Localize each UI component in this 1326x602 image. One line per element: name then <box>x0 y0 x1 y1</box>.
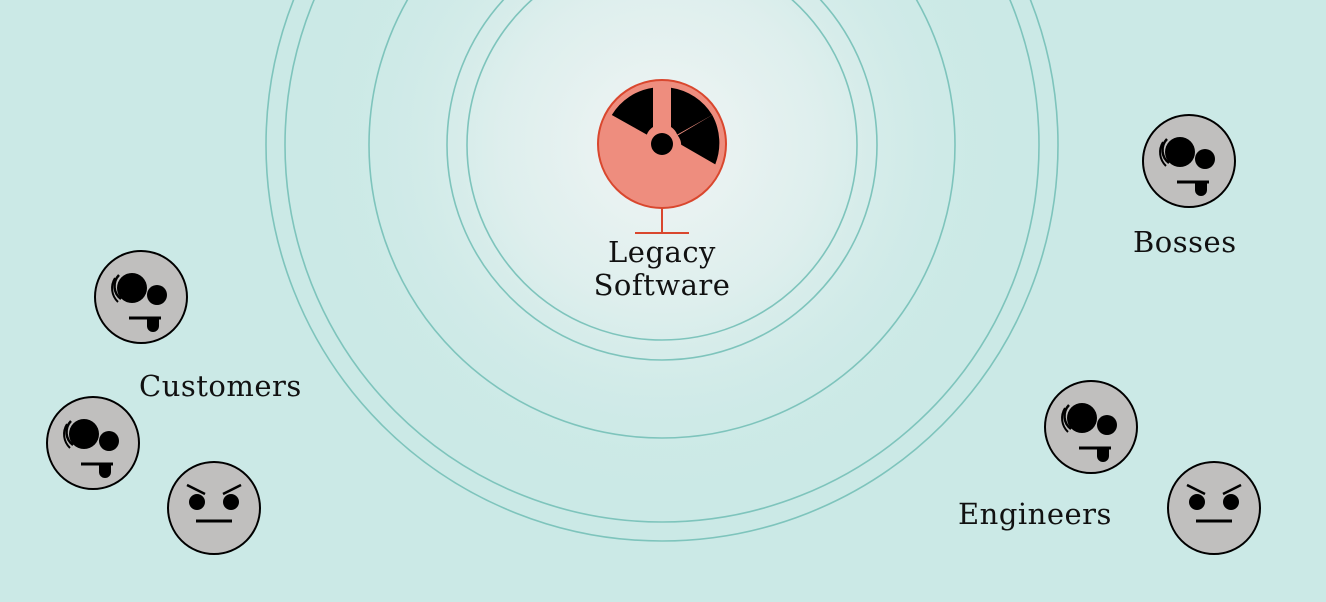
customer-face-silly-2 <box>45 395 141 491</box>
legacy-software-diagram: Legacy Software Bosses Customers Enginee… <box>0 0 1326 602</box>
boss-face-silly <box>1141 113 1237 209</box>
center-label-line-2: Software <box>593 268 731 303</box>
customers-label: Customers <box>139 369 302 403</box>
engineer-face-silly <box>1043 379 1139 475</box>
customer-face-angry <box>166 460 262 556</box>
customer-face-silly-1 <box>93 249 189 345</box>
engineers-label: Engineers <box>958 497 1112 531</box>
center-label: Legacy Software <box>562 235 762 303</box>
center-label-line-1: Legacy <box>608 235 716 269</box>
engineer-face-angry <box>1166 460 1262 556</box>
bosses-label: Bosses <box>1133 225 1237 259</box>
